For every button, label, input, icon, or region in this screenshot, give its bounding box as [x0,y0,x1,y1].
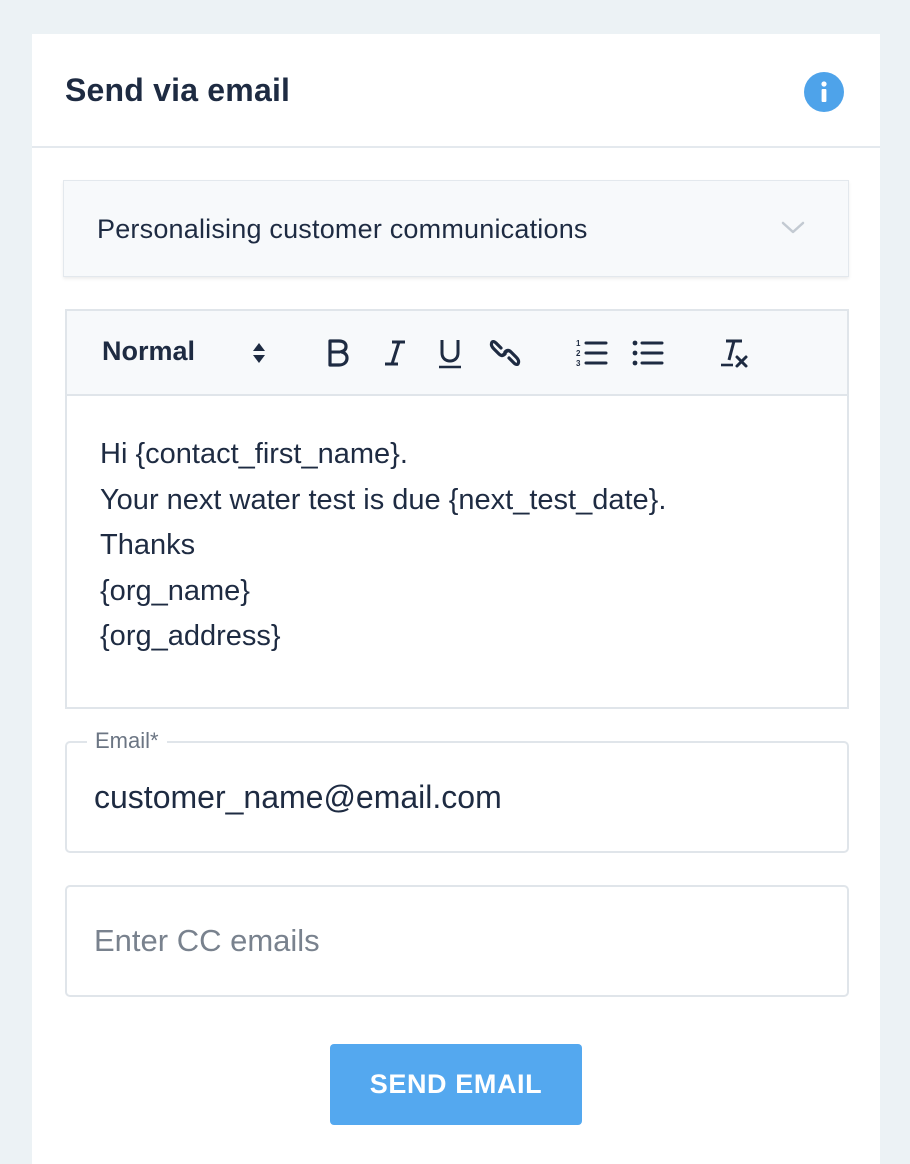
svg-text:1: 1 [576,339,581,348]
card-header: Send via email [32,34,880,148]
editor-content[interactable]: Hi {contact_first_name}. Your next water… [67,396,847,660]
info-icon[interactable] [804,72,844,112]
italic-icon[interactable] [380,335,410,371]
personalising-accordion[interactable]: Personalising customer communications [63,180,849,277]
editor-line: {org_name} [100,574,250,607]
email-label: Email* [87,728,167,754]
editor-line: {org_address} [100,620,281,652]
svg-text:2: 2 [576,349,581,358]
required-mark: * [150,728,159,753]
cc-emails-field[interactable] [65,885,849,997]
underline-icon[interactable] [435,335,465,371]
bullet-list-icon[interactable] [631,335,665,371]
ordered-list-icon[interactable]: 1 2 3 [575,335,609,371]
svg-text:3: 3 [576,359,581,368]
email-value[interactable]: customer_name@email.com [94,779,502,816]
bold-icon[interactable] [323,335,353,371]
message-editor: Normal 1 2 3 Hi {contact_first_name}. Yo… [65,309,849,709]
accordion-title: Personalising customer communications [97,214,588,244]
send-email-button[interactable]: SEND EMAIL [330,1044,582,1125]
send-email-card: Send via email Personalising customer co… [32,34,880,1164]
editor-toolbar: Normal 1 2 3 [67,311,847,396]
link-icon[interactable] [489,335,521,371]
editor-line: Thanks [100,529,196,561]
editor-line: Your next water test is due {next_test_d… [100,483,667,516]
email-label-text: Email [95,728,151,753]
cc-emails-input[interactable] [94,917,814,965]
format-select[interactable]: Normal [102,336,195,367]
editor-line: Hi {contact_first_name}. [100,438,408,470]
clear-format-icon[interactable] [717,335,751,371]
email-field[interactable]: Email* customer_name@email.com [65,728,849,853]
card-title: Send via email [65,72,291,108]
select-arrows-icon[interactable] [249,335,269,371]
chevron-down-icon[interactable] [780,217,806,237]
